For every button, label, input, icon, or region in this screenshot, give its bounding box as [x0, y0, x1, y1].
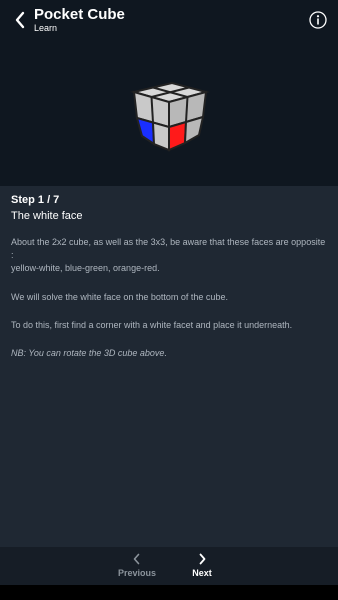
previous-button[interactable]: Previous: [107, 553, 167, 583]
page-title: Pocket Cube: [34, 6, 125, 23]
lesson-paragraph-find-corner: To do this, first find a corner with a w…: [11, 320, 293, 330]
next-button[interactable]: Next: [172, 553, 232, 583]
app-screen: Pocket Cube Learn Step 1 / 7 The white f…: [0, 0, 338, 600]
info-button[interactable]: [308, 10, 328, 30]
chevron-left-icon: [15, 11, 25, 29]
paragraph-line: yellow-white, blue-green, orange-red.: [11, 263, 160, 273]
back-button[interactable]: [10, 9, 30, 31]
chevron-left-icon: [133, 553, 140, 565]
info-icon: [309, 11, 327, 29]
lesson-paragraph-opposite-faces: About the 2x2 cube, as well as the 3x3, …: [11, 236, 329, 275]
cube-viewer-area: Pocket Cube Learn: [0, 0, 338, 186]
page-subtitle: Learn: [34, 23, 58, 33]
lesson-note-rotate: NB: You can rotate the 3D cube above.: [11, 348, 167, 358]
cube-3d-view[interactable]: [124, 78, 214, 158]
next-label: Next: [192, 568, 212, 578]
paragraph-line: About the 2x2 cube, as well as the 3x3, …: [11, 237, 326, 260]
step-navigation: Previous Next: [0, 547, 338, 585]
title-group: Pocket Cube Learn: [34, 6, 125, 34]
step-title: The white face: [11, 210, 83, 222]
lesson-content: Step 1 / 7 The white face About the 2x2 …: [0, 186, 338, 547]
step-label: Step 1 / 7: [11, 194, 60, 206]
app-bar: Pocket Cube Learn: [0, 0, 338, 40]
chevron-right-icon: [199, 553, 206, 565]
previous-label: Previous: [117, 568, 157, 578]
cube-icon: [130, 81, 210, 152]
system-navigation-bar: [0, 585, 338, 600]
lesson-paragraph-bottom-face: We will solve the white face on the bott…: [11, 292, 228, 302]
